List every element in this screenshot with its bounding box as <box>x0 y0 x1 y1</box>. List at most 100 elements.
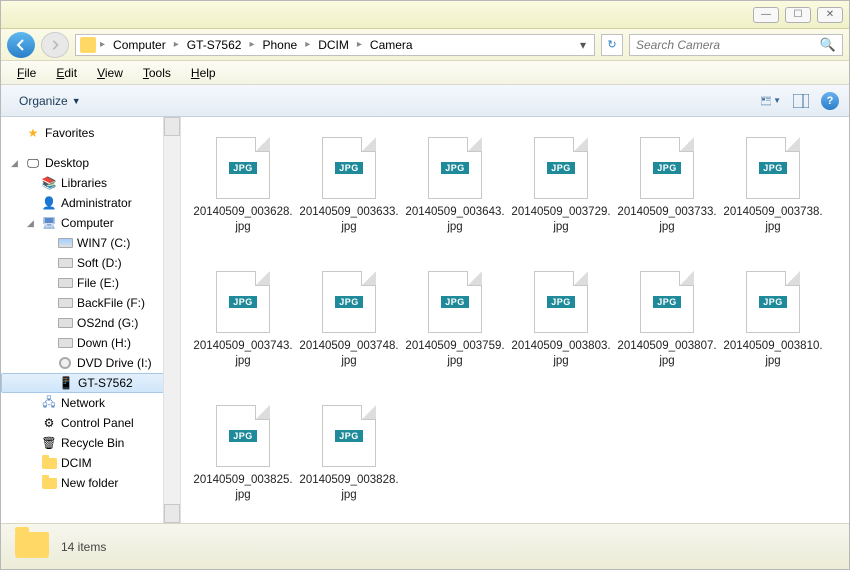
file-item[interactable]: JPG20140509_003759.jpg <box>403 265 507 391</box>
tree-item[interactable]: OS2nd (G:) <box>1 313 180 333</box>
breadcrumb-item[interactable]: DCIM <box>314 36 353 54</box>
file-name: 20140509_003748.jpg <box>297 339 401 369</box>
chevron-down-icon: ▼ <box>72 96 81 106</box>
tree-item[interactable]: DVD Drive (I:) <box>1 353 180 373</box>
address-dropdown[interactable]: ▾ <box>576 38 590 52</box>
tree-label: Libraries <box>61 176 107 190</box>
file-item[interactable]: JPG20140509_003807.jpg <box>615 265 719 391</box>
navigation-bar: ▸ Computer ▸ GT-S7562 ▸ Phone ▸ DCIM ▸ C… <box>1 29 849 61</box>
organize-button[interactable]: Organize ▼ <box>11 90 89 112</box>
menu-bar: File Edit View Tools Help <box>1 61 849 85</box>
file-item[interactable]: JPG20140509_003729.jpg <box>509 131 613 257</box>
tree-item[interactable]: DCIM <box>1 453 180 473</box>
file-item[interactable]: JPG20140509_003828.jpg <box>297 399 401 523</box>
tree-label: OS2nd (G:) <box>77 316 138 330</box>
file-item[interactable]: JPG20140509_003825.jpg <box>191 399 295 523</box>
tree-item[interactable]: File (E:) <box>1 273 180 293</box>
breadcrumb-item[interactable]: Computer <box>109 36 170 54</box>
maximize-button[interactable]: ☐ <box>785 7 811 23</box>
menu-edit[interactable]: Edit <box>48 63 85 83</box>
tree-item[interactable]: 📱GT-S7562 <box>1 373 180 393</box>
help-button[interactable]: ? <box>821 92 839 110</box>
search-input[interactable] <box>636 38 820 52</box>
file-name: 20140509_003628.jpg <box>191 205 295 235</box>
tree-item[interactable]: ⚙Control Panel <box>1 413 180 433</box>
file-item[interactable]: JPG20140509_003743.jpg <box>191 265 295 391</box>
refresh-button[interactable]: ↻ <box>601 34 623 56</box>
search-icon[interactable]: 🔍 <box>820 37 836 53</box>
folder-icon <box>41 456 57 470</box>
tree-label: Recycle Bin <box>61 436 124 450</box>
desktop-group[interactable]: ◢ 🖵 Desktop <box>1 153 180 173</box>
menu-help[interactable]: Help <box>183 63 224 83</box>
folder-icon <box>41 476 57 490</box>
file-item[interactable]: JPG20140509_003733.jpg <box>615 131 719 257</box>
menu-tools[interactable]: Tools <box>135 63 179 83</box>
jpg-file-icon: JPG <box>746 271 800 333</box>
tree-item[interactable]: Down (H:) <box>1 333 180 353</box>
favorites-group[interactable]: ★ Favorites <box>1 123 180 143</box>
breadcrumb-item[interactable]: GT-S7562 <box>183 36 246 54</box>
file-list-pane[interactable]: JPG 20140509_003628.jpgJPG20140509_003633… <box>181 117 849 523</box>
tree-item[interactable]: BackFile (F:) <box>1 293 180 313</box>
drive-icon <box>57 276 73 290</box>
expand-icon[interactable]: ◢ <box>27 218 37 229</box>
tree-item[interactable]: Soft (D:) <box>1 253 180 273</box>
breadcrumb-item[interactable]: Camera <box>366 36 417 54</box>
file-type-badge: JPG <box>335 430 363 442</box>
chevron-right-icon: ▸ <box>355 39 364 50</box>
tree-label: Desktop <box>45 156 89 170</box>
body: ★ Favorites ◢ 🖵 Desktop 📚Libraries👤Admin… <box>1 117 849 523</box>
file-item[interactable]: JPG20140509_003633.jpg <box>297 131 401 257</box>
item-count: 14 items <box>61 540 106 554</box>
file-item[interactable]: JPG20140509_003810.jpg <box>721 265 825 391</box>
file-item[interactable]: JPG20140509_003643.jpg <box>403 131 507 257</box>
tree-label: Network <box>61 396 105 410</box>
address-bar[interactable]: ▸ Computer ▸ GT-S7562 ▸ Phone ▸ DCIM ▸ C… <box>75 34 595 56</box>
file-item[interactable]: JPG20140509_003803.jpg <box>509 265 613 391</box>
drive-icon <box>57 256 73 270</box>
tree-item[interactable]: 🗑Recycle Bin <box>1 433 180 453</box>
file-item[interactable]: JPG 20140509_003748.jpg <box>297 265 401 391</box>
collapse-icon[interactable]: ◢ <box>11 158 21 169</box>
view-options-button[interactable]: ▼ <box>761 92 781 110</box>
tree-item[interactable]: 👤Administrator <box>1 193 180 213</box>
forward-button[interactable] <box>41 32 69 58</box>
file-item[interactable]: JPG 20140509_003628.jpg <box>191 131 295 257</box>
status-bar: 14 items <box>1 523 849 569</box>
tree-item[interactable]: WIN7 (C:) <box>1 233 180 253</box>
file-type-badge: JPG <box>653 162 681 174</box>
navigation-pane[interactable]: ★ Favorites ◢ 🖵 Desktop 📚Libraries👤Admin… <box>1 117 181 523</box>
tree-label: New folder <box>61 476 118 490</box>
chevron-right-icon: ▸ <box>98 39 107 50</box>
file-type-badge: JPG <box>335 162 363 174</box>
tree-label: Control Panel <box>61 416 134 430</box>
breadcrumb-item[interactable]: Phone <box>258 36 301 54</box>
close-button[interactable]: ✕ <box>817 7 843 23</box>
menu-file[interactable]: File <box>9 63 44 83</box>
minimize-button[interactable]: — <box>753 7 779 23</box>
tree-item[interactable]: 🖧Network <box>1 393 180 413</box>
user-icon: 👤 <box>41 196 57 210</box>
jpg-file-icon: JPG <box>216 137 270 199</box>
tree-item[interactable]: 📚Libraries <box>1 173 180 193</box>
jpg-file-icon: JPG <box>322 271 376 333</box>
chevron-right-icon: ▸ <box>172 39 181 50</box>
tree-item[interactable]: New folder <box>1 473 180 493</box>
device-icon: 📱 <box>58 376 74 390</box>
scrollbar[interactable] <box>163 117 180 523</box>
jpg-file-icon: JPG <box>534 271 588 333</box>
search-box[interactable]: 🔍 <box>629 34 843 56</box>
menu-view[interactable]: View <box>89 63 131 83</box>
preview-pane-button[interactable] <box>791 92 811 110</box>
file-type-badge: JPG <box>441 162 469 174</box>
tree-label: File (E:) <box>77 276 119 290</box>
tree-label: DVD Drive (I:) <box>77 356 152 370</box>
back-button[interactable] <box>7 32 35 58</box>
file-name: 20140509_003743.jpg <box>191 339 295 369</box>
folder-icon <box>15 532 49 562</box>
file-item[interactable]: JPG20140509_003738.jpg <box>721 131 825 257</box>
tree-item[interactable]: ◢🖥Computer <box>1 213 180 233</box>
command-bar: Organize ▼ ▼ ? <box>1 85 849 117</box>
tree-label: BackFile (F:) <box>77 296 145 310</box>
